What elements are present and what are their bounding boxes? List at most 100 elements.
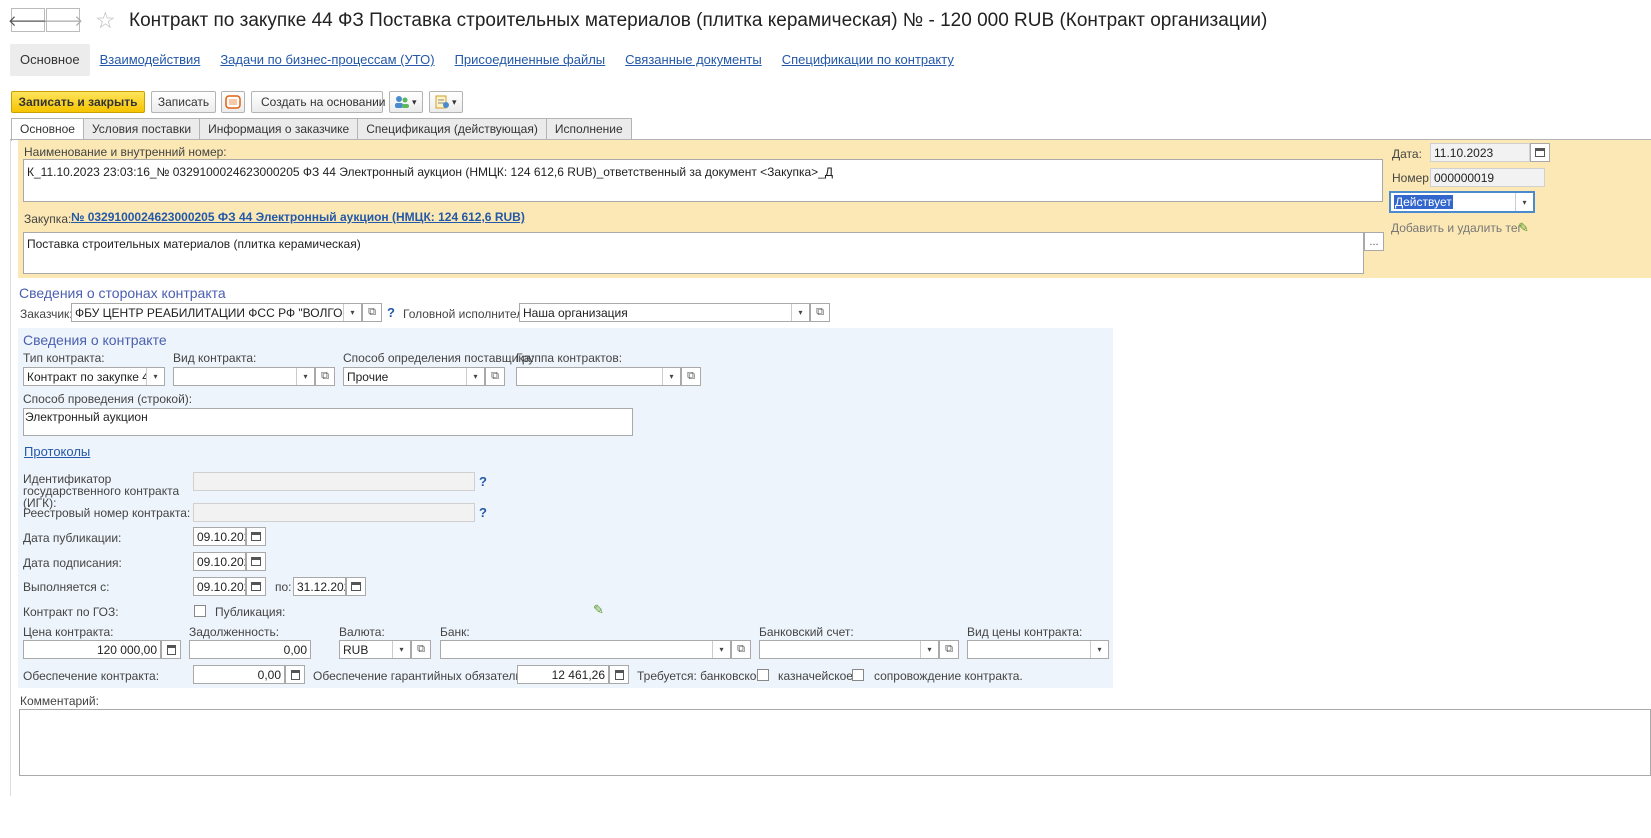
bank-select[interactable]: ▾ — [440, 640, 731, 659]
protocols-link[interactable]: Протоколы — [24, 444, 90, 459]
method-select[interactable]: Прочие ▾ — [343, 367, 485, 386]
chevron-down-icon[interactable]: ▾ — [662, 368, 680, 385]
kind-select[interactable]: ▾ — [173, 367, 315, 386]
treasury-checkbox[interactable] — [852, 669, 864, 681]
section-tab-tasks[interactable]: Задачи по бизнес-процессам (УТО) — [210, 44, 444, 76]
chevron-down-icon: ▾ — [452, 96, 457, 107]
bank-open-button[interactable]: ⧉ — [731, 640, 751, 659]
executor-label: Головной исполнитель: — [403, 307, 533, 321]
section-tab-related-docs[interactable]: Связанные документы — [615, 44, 772, 76]
documents-menu-button[interactable]: ▾ — [429, 91, 463, 113]
group-open-button[interactable]: ⧉ — [681, 367, 701, 386]
customer-open-button[interactable]: ⧉ — [362, 303, 382, 322]
conduct-field[interactable]: Электронный аукцион — [23, 408, 633, 436]
pencil-icon[interactable]: ✎ — [1518, 220, 1529, 236]
chevron-down-icon[interactable]: ▾ — [296, 368, 314, 385]
igk-help-icon[interactable]: ? — [479, 474, 487, 489]
pub-date-field[interactable]: 09.10.2023 — [193, 527, 246, 546]
executor-select[interactable]: Наша организация ▾ — [519, 303, 810, 322]
security-calc-button[interactable] — [285, 665, 305, 684]
open-icon: ⧉ — [737, 643, 745, 655]
price-kind-select[interactable]: ▾ — [967, 640, 1109, 659]
calendar-icon — [1535, 148, 1545, 157]
exec-from-field[interactable]: 09.10.2023 — [193, 577, 246, 596]
sign-date-field[interactable]: 09.10.2023 — [193, 552, 246, 571]
guarantee-calc-button[interactable] — [609, 665, 629, 684]
forward-button[interactable]: 🡒 — [43, 8, 83, 32]
section-tab-main[interactable]: Основное — [10, 44, 90, 76]
comment-field[interactable] — [19, 709, 1651, 776]
method-open-button[interactable]: ⧉ — [485, 367, 505, 386]
purchase-link[interactable]: № 0329100024623000205 ФЗ 44 Электронный … — [71, 210, 525, 224]
registry-help-icon[interactable]: ? — [479, 505, 487, 520]
chevron-down-icon[interactable]: ▾ — [466, 368, 484, 385]
tag-link[interactable]: Добавить и удалить тег — [1391, 221, 1522, 235]
tab-delivery-terms[interactable]: Условия поставки — [82, 118, 201, 140]
customer-select[interactable]: ФБУ ЦЕНТР РЕАБИЛИТАЦИИ ФСС РФ "ВОЛГОГРАД… — [71, 303, 362, 322]
date-field[interactable]: 11.10.2023 — [1430, 143, 1530, 162]
price-calc-button[interactable] — [161, 640, 181, 659]
chevron-down-icon[interactable]: ▾ — [392, 641, 410, 658]
calendar-icon — [251, 532, 261, 541]
igk-field[interactable] — [193, 472, 475, 491]
section-tab-interactions[interactable]: Взаимодействия — [90, 44, 211, 76]
tab-main[interactable]: Основное — [11, 118, 84, 141]
status-select[interactable]: Действует ▾ — [1389, 191, 1535, 213]
debt-field[interactable]: 0,00 — [189, 640, 311, 659]
date-label: Дата: — [1392, 147, 1422, 161]
goz-checkbox[interactable] — [194, 605, 206, 617]
subject-field[interactable]: Поставка строительных материалов (плитка… — [23, 232, 1364, 274]
exec-to-calendar-button[interactable] — [346, 577, 366, 596]
tab-execution[interactable]: Исполнение — [545, 118, 632, 140]
parties-section-title: Сведения о сторонах контракта — [19, 285, 226, 301]
chevron-down-icon[interactable]: ▾ — [146, 368, 164, 385]
exec-to-field[interactable]: 31.12.2023 — [293, 577, 346, 596]
tab-specification[interactable]: Спецификация (действующая) — [357, 118, 547, 140]
name-field[interactable]: К_11.10.2023 23:03:16_№ 0329100024623000… — [23, 159, 1383, 202]
print-button[interactable] — [221, 91, 245, 113]
save-and-close-button[interactable]: Записать и закрыть — [11, 91, 145, 113]
account-open-button[interactable]: ⧉ — [939, 640, 959, 659]
chevron-down-icon: ▾ — [412, 96, 417, 107]
method-value: Прочие — [347, 369, 389, 384]
price-label: Цена контракта: — [23, 625, 114, 639]
account-select[interactable]: ▾ — [759, 640, 939, 659]
group-select[interactable]: ▾ — [516, 367, 681, 386]
subject-expand-button[interactable]: ... — [1364, 232, 1384, 251]
bank-label: Банк: — [440, 625, 470, 639]
customer-help-icon[interactable]: ? — [387, 305, 395, 320]
bank-guarantee-checkbox[interactable] — [757, 669, 769, 681]
save-button[interactable]: Записать — [151, 91, 216, 113]
pencil-icon[interactable]: ✎ — [593, 602, 604, 618]
back-button[interactable]: 🡐 — [8, 8, 48, 32]
chevron-down-icon[interactable]: ▾ — [1090, 641, 1108, 658]
executor-open-button[interactable]: ⧉ — [810, 303, 830, 322]
create-based-on-button[interactable]: Создать на основании▾ — [251, 91, 394, 113]
chevron-down-icon[interactable]: ▾ — [1515, 193, 1533, 211]
favorite-star-icon[interactable]: ☆ — [95, 7, 116, 34]
kind-open-button[interactable]: ⧉ — [315, 367, 335, 386]
pub-date-calendar-button[interactable] — [246, 527, 266, 546]
calendar-button[interactable] — [1530, 143, 1550, 162]
sign-date-label: Дата подписания: — [23, 556, 122, 570]
users-menu-button[interactable]: ▾ — [389, 91, 423, 113]
chevron-down-icon[interactable]: ▾ — [791, 304, 809, 321]
sign-date-calendar-button[interactable] — [246, 552, 266, 571]
open-icon: ⧉ — [816, 306, 824, 318]
chevron-down-icon[interactable]: ▾ — [920, 641, 938, 658]
section-tab-files[interactable]: Присоединенные файлы — [445, 44, 616, 76]
exec-from-calendar-button[interactable] — [246, 577, 266, 596]
security-field[interactable]: 0,00 — [193, 665, 285, 684]
currency-select[interactable]: RUB ▾ — [339, 640, 411, 659]
section-tab-specifications[interactable]: Спецификации по контракту — [772, 44, 964, 76]
tab-customer-info[interactable]: Информация о заказчике — [199, 118, 359, 140]
purchase-label: Закупка: — [24, 212, 72, 226]
chevron-down-icon[interactable]: ▾ — [712, 641, 730, 658]
chevron-down-icon[interactable]: ▾ — [343, 304, 361, 321]
currency-open-button[interactable]: ⧉ — [411, 640, 431, 659]
guarantee-field[interactable]: 12 461,26 — [517, 665, 609, 684]
registry-field[interactable] — [193, 503, 475, 522]
price-field[interactable]: 120 000,00 — [23, 640, 161, 659]
number-field[interactable]: 000000019 — [1430, 168, 1545, 187]
type-select[interactable]: Контракт по закупке 44 ▾ — [23, 367, 165, 386]
